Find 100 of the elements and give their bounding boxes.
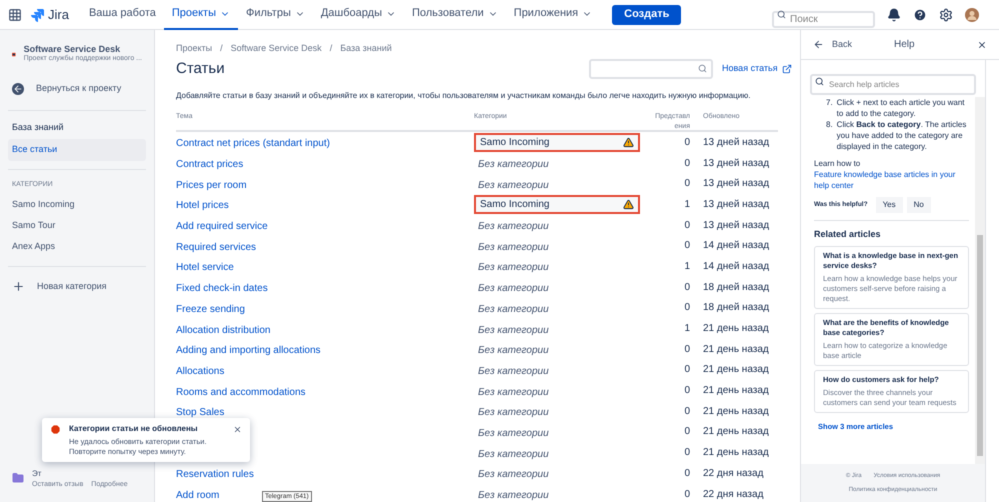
- category-text: Без категории: [477, 448, 550, 460]
- jira-logo-icon: [30, 8, 44, 22]
- project-name: Software Service Desk: [24, 44, 122, 54]
- category-text: Без категории: [477, 407, 550, 418]
- close-icon[interactable]: [977, 40, 987, 50]
- article-link[interactable]: Contract net prices (standart input): [176, 138, 330, 150]
- article-link[interactable]: Stop Sales: [176, 407, 224, 418]
- avatar[interactable]: [965, 8, 979, 22]
- views-count: 0: [684, 426, 690, 438]
- category-text: Без категории: [477, 159, 550, 170]
- category-text: Без категории: [477, 366, 550, 377]
- nav-menu-item[interactable]: Дашбоарды: [312, 0, 404, 30]
- settings-icon[interactable]: [939, 8, 953, 22]
- updated-date: 21 день назад: [703, 447, 769, 458]
- nav-menu-item[interactable]: Ваша работа: [80, 0, 164, 30]
- article-link[interactable]: Allocation distribution: [176, 324, 270, 336]
- updated-date: 21 день назад: [703, 406, 769, 417]
- category-text: Без категории: [477, 490, 550, 502]
- article-link[interactable]: Add room: [176, 490, 220, 502]
- article-link[interactable]: Contract prices: [176, 159, 244, 170]
- step-number: 7.: [826, 97, 833, 109]
- nav-menu-item[interactable]: Приложения: [506, 0, 600, 30]
- nav-menu-item[interactable]: Пользователи: [404, 0, 506, 30]
- article-link[interactable]: Freeze sending: [176, 304, 245, 315]
- article-link[interactable]: Allocations: [176, 366, 224, 377]
- help-icon[interactable]: [913, 8, 927, 22]
- article-link[interactable]: Add required service: [176, 221, 268, 232]
- updated-date: 13 дней назад: [703, 158, 770, 169]
- help-search-field[interactable]: Search help articles: [810, 74, 976, 95]
- external-link-icon: [782, 64, 792, 74]
- category-select[interactable]: Samo Incoming: [474, 132, 640, 152]
- back-to-project-link[interactable]: Вернуться к проекту: [8, 78, 146, 100]
- article-link[interactable]: Reservation rules: [176, 469, 254, 480]
- close-icon[interactable]: [233, 424, 242, 434]
- views-count: 1: [684, 260, 690, 272]
- new-article-link[interactable]: Новая статья: [722, 62, 792, 76]
- breadcrumb-link[interactable]: Проекты: [176, 42, 212, 56]
- notification-icon[interactable]: [887, 8, 901, 22]
- breadcrumb-separator: /: [330, 42, 332, 55]
- breadcrumb-link[interactable]: Software Service Desk: [230, 42, 322, 56]
- article-link[interactable]: Required services: [176, 242, 256, 253]
- toast-title: Категории статьи не обновлены: [69, 423, 198, 435]
- search-icon: [698, 64, 707, 74]
- category-item[interactable]: Anex Apps: [8, 236, 146, 258]
- article-link[interactable]: Rooms and accommodations: [176, 386, 306, 398]
- updated-date: 13 дней назад: [703, 220, 770, 231]
- breadcrumb-separator: /: [220, 42, 223, 55]
- category-text: Без категории: [477, 324, 550, 336]
- help-back-button[interactable]: Back: [813, 38, 852, 52]
- article-link[interactable]: Fixed check-in dates: [176, 283, 268, 294]
- article-link[interactable]: Hotel service: [176, 262, 234, 274]
- create-button[interactable]: Создать: [612, 4, 682, 24]
- views-count: 0: [684, 468, 690, 479]
- article-link[interactable]: Prices per room: [176, 180, 247, 191]
- new-category-button[interactable]: Новая категория: [8, 274, 146, 298]
- updated-date: 13 дней назад: [703, 136, 770, 148]
- views-count: 0: [684, 240, 690, 252]
- updated-date: 14 дней назад: [703, 260, 770, 272]
- views-count: 0: [684, 282, 690, 293]
- app-switcher-icon[interactable]: [8, 8, 22, 22]
- updated-date: 21 день назад: [703, 323, 769, 334]
- nav-menu-item[interactable]: Фильтры: [238, 0, 313, 30]
- views-count: 0: [684, 447, 690, 458]
- views-count: 1: [684, 323, 690, 334]
- category-text: Без категории: [477, 221, 550, 232]
- article-search-field[interactable]: [589, 58, 713, 79]
- category-text: Без категории: [477, 428, 550, 439]
- category-select[interactable]: Samo Incoming: [474, 194, 640, 214]
- updated-date: 13 дней назад: [703, 198, 770, 210]
- views-count: 0: [684, 385, 690, 396]
- category-text: Без категории: [477, 242, 550, 253]
- category-text: Без категории: [477, 262, 550, 274]
- scrollbar-thumb[interactable]: [977, 235, 983, 456]
- updated-date: 14 дней назад: [703, 240, 770, 252]
- views-count: 0: [684, 302, 690, 314]
- category-item[interactable]: Samo Tour: [8, 216, 146, 236]
- article-link[interactable]: Hotel prices: [176, 200, 229, 212]
- views-count: 0: [684, 220, 690, 231]
- folder-icon: [12, 472, 24, 484]
- page-title: Статьи: [176, 58, 226, 78]
- nav-menu-item[interactable]: Проекты: [164, 0, 238, 30]
- feedback-button[interactable]: No: [906, 197, 931, 213]
- updated-date: 18 дней назад: [703, 302, 770, 314]
- views-count: 0: [684, 364, 690, 376]
- category-item[interactable]: Samo Incoming: [8, 194, 146, 216]
- search-field[interactable]: Поиск: [772, 11, 875, 28]
- article-link[interactable]: Adding and importing allocations: [176, 345, 321, 356]
- views-count: 0: [684, 406, 690, 417]
- scrollbar[interactable]: [975, 97, 985, 464]
- views-count: 0: [684, 136, 690, 148]
- category-text: Без категории: [477, 304, 550, 315]
- feedback-button[interactable]: Yes: [876, 197, 903, 213]
- views-count: 0: [684, 488, 690, 500]
- search-icon: [777, 10, 786, 19]
- section-heading: База знаний: [11, 121, 65, 134]
- breadcrumb-link[interactable]: База знаний: [340, 42, 392, 56]
- sidebar-item[interactable]: Все статьи: [8, 139, 146, 161]
- views-count: 0: [684, 178, 690, 190]
- feature-articles-link[interactable]: Feature knowledge base articles in your help center: [814, 169, 969, 191]
- logo-text: Jira: [48, 6, 69, 24]
